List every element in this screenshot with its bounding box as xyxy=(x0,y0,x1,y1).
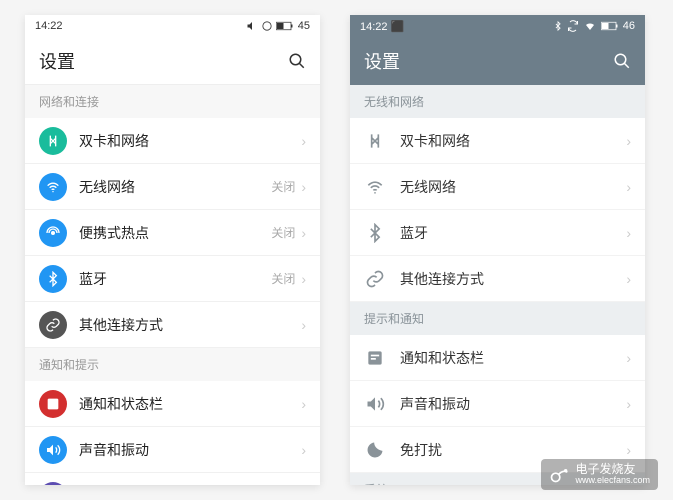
hotspot-icon xyxy=(39,219,67,247)
battery-text: 45 xyxy=(298,20,310,32)
item-label: 其他连接方式 xyxy=(400,269,626,289)
item-label: 双卡和网络 xyxy=(79,131,301,151)
settings-list: 网络和连接 双卡和网络 › 无线网络 关闭 › 便携式热点 关闭 › xyxy=(25,85,320,485)
chevron-right-icon: › xyxy=(626,396,631,412)
phone-left: 14:22 45 设置 网络和连接 双卡和网络 › 无线网络 关闭 › xyxy=(25,15,320,485)
phone-right: 14:22 ⬛ 46 设置 无线和网络 双卡和网络 › 无线网络 › xyxy=(350,15,645,485)
item-status: 关闭 xyxy=(271,224,295,241)
item-label: 蓝牙 xyxy=(79,269,271,289)
item-label: 其他连接方式 xyxy=(79,315,301,335)
list-item[interactable]: 声音和振动 › xyxy=(25,427,320,473)
sim-icon xyxy=(364,130,386,152)
item-label: 通知和状态栏 xyxy=(79,394,301,414)
bluetooth-icon xyxy=(39,265,67,293)
item-status: 关闭 xyxy=(271,178,295,195)
link-icon xyxy=(364,268,386,290)
logo-icon xyxy=(549,464,569,484)
list-item[interactable]: 通知和状态栏 › xyxy=(25,381,320,427)
bluetooth-icon xyxy=(364,222,386,244)
battery-icon xyxy=(601,21,619,31)
search-icon[interactable] xyxy=(613,52,631,70)
list-item[interactable]: 声音和振动 › xyxy=(350,381,645,427)
sound-icon xyxy=(39,436,67,464)
statusbar: 14:22 45 xyxy=(25,15,320,37)
item-label: 双卡和网络 xyxy=(400,131,626,151)
watermark: 电子发烧友 www.elecfans.com xyxy=(541,459,658,490)
item-label: 免打扰 xyxy=(400,440,626,460)
section-header: 通知和提示 xyxy=(25,348,320,381)
chevron-right-icon: › xyxy=(301,396,306,412)
status-time: 14:22 xyxy=(35,20,246,32)
list-item[interactable]: 免打扰 › xyxy=(25,473,320,485)
header: 设置 xyxy=(350,37,645,85)
page-title: 设置 xyxy=(39,48,288,74)
sound-icon xyxy=(246,20,258,32)
list-item[interactable]: 通知和状态栏 › xyxy=(350,335,645,381)
status-icons: 45 xyxy=(246,20,310,32)
link-icon xyxy=(39,311,67,339)
chevron-right-icon: › xyxy=(626,225,631,241)
chevron-right-icon: › xyxy=(301,442,306,458)
battery-icon xyxy=(276,21,294,31)
bluetooth-icon xyxy=(553,20,563,32)
statusbar: 14:22 ⬛ 46 xyxy=(350,15,645,37)
item-label: 蓝牙 xyxy=(400,223,626,243)
header: 设置 xyxy=(25,37,320,85)
list-item[interactable]: 其他连接方式 › xyxy=(25,302,320,348)
item-status: 关闭 xyxy=(271,270,295,287)
dnd-icon xyxy=(39,482,67,486)
list-item[interactable]: 双卡和网络 › xyxy=(350,118,645,164)
sound-icon xyxy=(364,393,386,415)
chevron-right-icon: › xyxy=(301,133,306,149)
list-item[interactable]: 其他连接方式 › xyxy=(350,256,645,302)
wifi-icon xyxy=(39,173,67,201)
item-label: 声音和振动 xyxy=(79,440,301,460)
item-label: 声音和振动 xyxy=(400,394,626,414)
item-label: 通知和状态栏 xyxy=(400,348,626,368)
notification-icon xyxy=(39,390,67,418)
list-item[interactable]: 无线网络 › xyxy=(350,164,645,210)
chevron-right-icon: › xyxy=(626,271,631,287)
sim-icon xyxy=(39,127,67,155)
chevron-right-icon: › xyxy=(626,133,631,149)
list-item[interactable]: 双卡和网络 › xyxy=(25,118,320,164)
battery-text: 46 xyxy=(623,20,635,32)
item-label: 无线网络 xyxy=(400,177,626,197)
data-icon xyxy=(262,21,272,31)
section-header: 提示和通知 xyxy=(350,302,645,335)
section-header: 网络和连接 xyxy=(25,85,320,118)
list-item[interactable]: 便携式热点 关闭 › xyxy=(25,210,320,256)
page-title: 设置 xyxy=(364,48,613,74)
notification-icon xyxy=(364,347,386,369)
watermark-url: www.elecfans.com xyxy=(575,476,650,486)
wifi-icon xyxy=(583,20,597,32)
sync-icon xyxy=(567,20,579,32)
chevron-right-icon: › xyxy=(626,442,631,458)
chevron-right-icon: › xyxy=(301,225,306,241)
list-item[interactable]: 蓝牙 关闭 › xyxy=(25,256,320,302)
status-time: 14:22 ⬛ xyxy=(360,20,553,33)
search-icon[interactable] xyxy=(288,52,306,70)
wifi-icon xyxy=(364,176,386,198)
dnd-icon xyxy=(364,439,386,461)
list-item[interactable]: 蓝牙 › xyxy=(350,210,645,256)
chevron-right-icon: › xyxy=(301,179,306,195)
chevron-right-icon: › xyxy=(301,317,306,333)
chevron-right-icon: › xyxy=(626,179,631,195)
status-icons: 46 xyxy=(553,20,635,32)
item-label: 便携式热点 xyxy=(79,223,271,243)
chevron-right-icon: › xyxy=(301,271,306,287)
section-header: 无线和网络 xyxy=(350,85,645,118)
list-item[interactable]: 无线网络 关闭 › xyxy=(25,164,320,210)
item-label: 无线网络 xyxy=(79,177,271,197)
settings-list: 无线和网络 双卡和网络 › 无线网络 › 蓝牙 › 其他 xyxy=(350,85,645,485)
chevron-right-icon: › xyxy=(626,350,631,366)
